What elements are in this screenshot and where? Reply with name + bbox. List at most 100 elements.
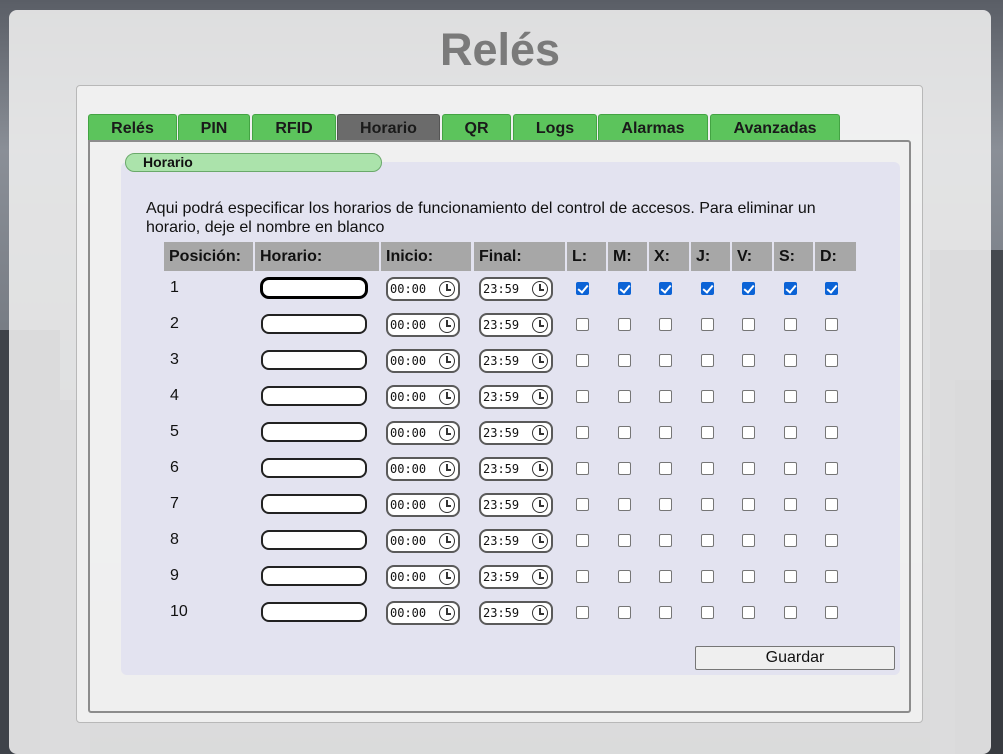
start-time-input[interactable]: 00:00 <box>386 277 460 301</box>
schedule-name-input[interactable] <box>261 386 367 406</box>
schedule-name-input[interactable] <box>261 422 367 442</box>
end-time-input[interactable]: 23:59 <box>479 421 553 445</box>
end-time-input[interactable]: 23:59 <box>479 277 553 301</box>
clock-icon[interactable] <box>439 317 455 333</box>
checkbox-saturday[interactable] <box>784 390 797 403</box>
clock-icon[interactable] <box>439 281 455 297</box>
clock-icon[interactable] <box>532 317 548 333</box>
tab-avanzadas[interactable]: Avanzadas <box>710 114 840 140</box>
checkbox-thursday[interactable] <box>701 606 714 619</box>
checkbox-saturday[interactable] <box>784 318 797 331</box>
tab-horario[interactable]: Horario <box>337 114 440 140</box>
checkbox-friday[interactable] <box>742 426 755 439</box>
clock-icon[interactable] <box>532 605 548 621</box>
start-time-input[interactable]: 00:00 <box>386 421 460 445</box>
tab-pin[interactable]: PIN <box>178 114 250 140</box>
checkbox-monday[interactable] <box>576 462 589 475</box>
checkbox-sunday[interactable] <box>825 570 838 583</box>
checkbox-monday[interactable] <box>576 390 589 403</box>
checkbox-saturday[interactable] <box>784 498 797 511</box>
clock-icon[interactable] <box>439 389 455 405</box>
checkbox-wednesday[interactable] <box>659 318 672 331</box>
checkbox-friday[interactable] <box>742 282 755 295</box>
end-time-input[interactable]: 23:59 <box>479 493 553 517</box>
tab-logs[interactable]: Logs <box>513 114 597 140</box>
checkbox-sunday[interactable] <box>825 318 838 331</box>
checkbox-friday[interactable] <box>742 462 755 475</box>
checkbox-saturday[interactable] <box>784 462 797 475</box>
clock-icon[interactable] <box>532 569 548 585</box>
clock-icon[interactable] <box>532 461 548 477</box>
checkbox-wednesday[interactable] <box>659 606 672 619</box>
checkbox-monday[interactable] <box>576 498 589 511</box>
tab-rfid[interactable]: RFID <box>252 114 336 140</box>
checkbox-thursday[interactable] <box>701 570 714 583</box>
checkbox-saturday[interactable] <box>784 354 797 367</box>
checkbox-wednesday[interactable] <box>659 390 672 403</box>
schedule-name-input[interactable] <box>261 530 367 550</box>
clock-icon[interactable] <box>532 353 548 369</box>
start-time-input[interactable]: 00:00 <box>386 601 460 625</box>
checkbox-tuesday[interactable] <box>618 354 631 367</box>
schedule-name-input[interactable] <box>261 458 367 478</box>
start-time-input[interactable]: 00:00 <box>386 313 460 337</box>
schedule-name-input[interactable] <box>261 494 367 514</box>
clock-icon[interactable] <box>532 425 548 441</box>
clock-icon[interactable] <box>439 353 455 369</box>
checkbox-friday[interactable] <box>742 318 755 331</box>
checkbox-friday[interactable] <box>742 606 755 619</box>
checkbox-saturday[interactable] <box>784 570 797 583</box>
checkbox-monday[interactable] <box>576 534 589 547</box>
checkbox-friday[interactable] <box>742 390 755 403</box>
checkbox-monday[interactable] <box>576 570 589 583</box>
checkbox-tuesday[interactable] <box>618 282 631 295</box>
checkbox-sunday[interactable] <box>825 606 838 619</box>
start-time-input[interactable]: 00:00 <box>386 565 460 589</box>
clock-icon[interactable] <box>439 533 455 549</box>
checkbox-saturday[interactable] <box>784 606 797 619</box>
start-time-input[interactable]: 00:00 <box>386 385 460 409</box>
checkbox-thursday[interactable] <box>701 318 714 331</box>
schedule-name-input[interactable] <box>261 566 367 586</box>
start-time-input[interactable]: 00:00 <box>386 493 460 517</box>
checkbox-thursday[interactable] <box>701 282 714 295</box>
checkbox-wednesday[interactable] <box>659 282 672 295</box>
checkbox-sunday[interactable] <box>825 426 838 439</box>
checkbox-thursday[interactable] <box>701 534 714 547</box>
checkbox-sunday[interactable] <box>825 354 838 367</box>
end-time-input[interactable]: 23:59 <box>479 457 553 481</box>
clock-icon[interactable] <box>532 497 548 513</box>
checkbox-thursday[interactable] <box>701 462 714 475</box>
clock-icon[interactable] <box>439 497 455 513</box>
start-time-input[interactable]: 00:00 <box>386 457 460 481</box>
checkbox-sunday[interactable] <box>825 282 838 295</box>
clock-icon[interactable] <box>532 533 548 549</box>
end-time-input[interactable]: 23:59 <box>479 601 553 625</box>
save-button[interactable]: Guardar <box>695 646 895 670</box>
checkbox-friday[interactable] <box>742 570 755 583</box>
end-time-input[interactable]: 23:59 <box>479 313 553 337</box>
checkbox-tuesday[interactable] <box>618 570 631 583</box>
checkbox-sunday[interactable] <box>825 498 838 511</box>
checkbox-thursday[interactable] <box>701 354 714 367</box>
checkbox-monday[interactable] <box>576 282 589 295</box>
schedule-name-input[interactable] <box>261 602 367 622</box>
checkbox-wednesday[interactable] <box>659 426 672 439</box>
checkbox-tuesday[interactable] <box>618 462 631 475</box>
checkbox-wednesday[interactable] <box>659 498 672 511</box>
schedule-name-input[interactable] <box>261 314 367 334</box>
checkbox-monday[interactable] <box>576 318 589 331</box>
tab-alarmas[interactable]: Alarmas <box>598 114 708 140</box>
checkbox-tuesday[interactable] <box>618 426 631 439</box>
checkbox-saturday[interactable] <box>784 534 797 547</box>
checkbox-saturday[interactable] <box>784 282 797 295</box>
end-time-input[interactable]: 23:59 <box>479 349 553 373</box>
clock-icon[interactable] <box>532 389 548 405</box>
clock-icon[interactable] <box>439 605 455 621</box>
checkbox-thursday[interactable] <box>701 426 714 439</box>
end-time-input[interactable]: 23:59 <box>479 529 553 553</box>
checkbox-sunday[interactable] <box>825 390 838 403</box>
checkbox-wednesday[interactable] <box>659 534 672 547</box>
checkbox-sunday[interactable] <box>825 534 838 547</box>
checkbox-wednesday[interactable] <box>659 462 672 475</box>
